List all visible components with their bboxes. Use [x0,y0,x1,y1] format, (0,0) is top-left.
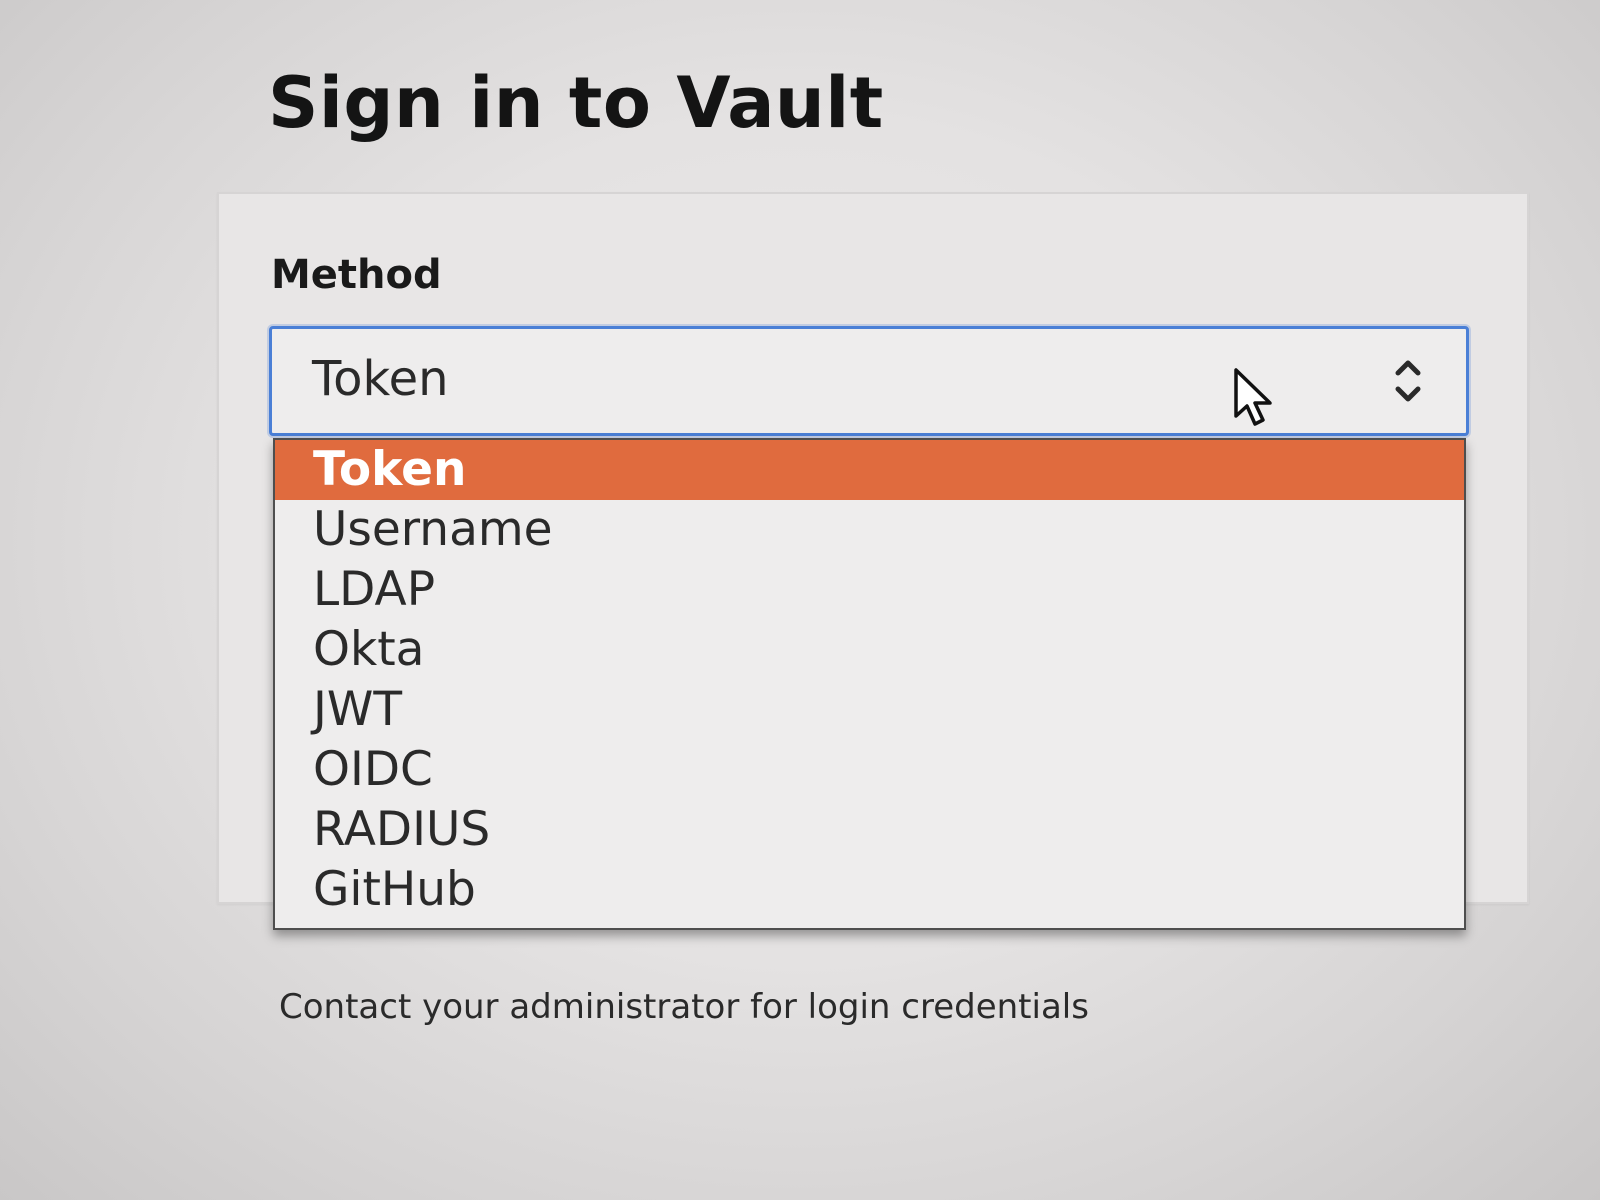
dropdown-option-okta[interactable]: Okta [275,620,1464,680]
page-title: Sign in to Vault [268,62,884,144]
method-select[interactable]: Token [269,326,1469,436]
chevron-up-down-icon [1395,360,1421,402]
dropdown-option-token[interactable]: Token [275,440,1464,500]
dropdown-option-jwt[interactable]: JWT [275,680,1464,740]
method-dropdown-list: Token Username LDAP Okta JWT OIDC RADIUS… [273,438,1466,930]
method-select-value: Token [312,351,449,407]
method-label: Method [271,252,442,298]
dropdown-option-radius[interactable]: RADIUS [275,800,1464,860]
dropdown-option-ldap[interactable]: LDAP [275,560,1464,620]
help-text: Contact your administrator for login cre… [279,987,1089,1027]
mouse-cursor-icon [1234,368,1272,426]
dropdown-option-oidc[interactable]: OIDC [275,740,1464,800]
dropdown-option-github[interactable]: GitHub [275,860,1464,920]
dropdown-option-username[interactable]: Username [275,500,1464,560]
